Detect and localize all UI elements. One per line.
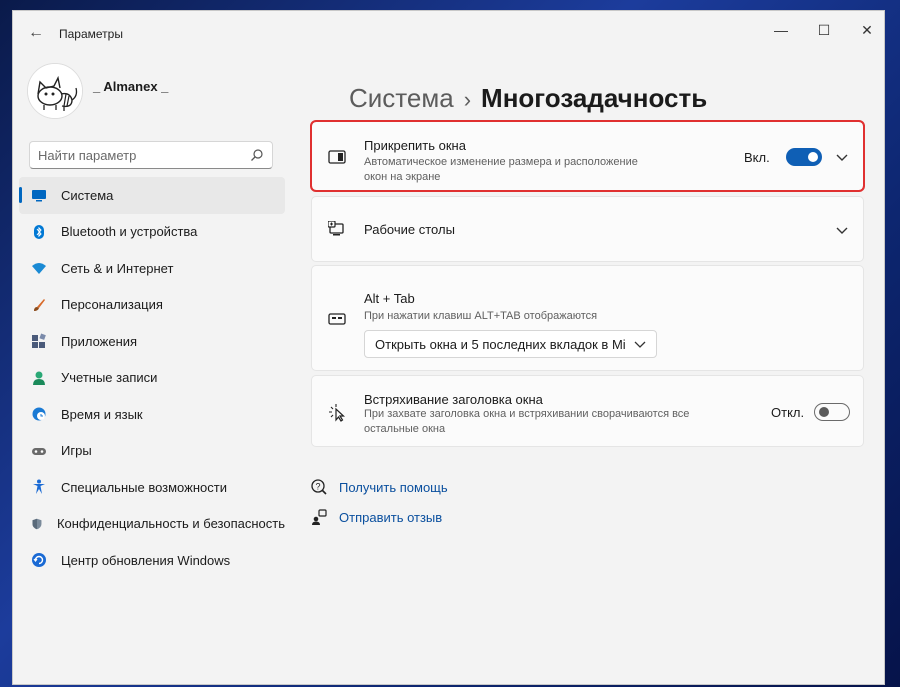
close-button[interactable]: ✕ [851,17,883,43]
sidebar-item-label: Игры [61,443,92,459]
sidebar-nav: Система Bluetooth и устройства Сеть & и … [13,177,285,579]
send-feedback-link[interactable]: Отправить отзыв [311,509,442,525]
shake-description: При захвате заголовка окна и встряхивани… [364,408,690,435]
snap-layout-icon [328,150,346,164]
breadcrumb-separator: › [463,87,472,112]
brush-icon [34,298,45,311]
toggle-knob [808,152,818,162]
alt-tab-description: При нажатии клавиш ALT+TAB отображаются [364,310,598,322]
get-help-label[interactable]: Получить помощь [339,480,448,495]
bluetooth-icon [34,224,44,239]
alt-tab-dropdown[interactable]: Открыть окна и 5 последних вкладок в Mi [364,330,657,358]
sidebar-item-label: Конфиденциальность и безопасность [56,516,285,532]
sidebar-item-apps[interactable]: Приложения [19,323,285,360]
sidebar-item-windows-update[interactable]: Центр обновления Windows [19,542,285,579]
virtual-desktops-icon [328,221,344,236]
sidebar-item-label: Центр обновления Windows [61,552,231,568]
get-help-link[interactable]: ? Получить помощь [311,479,448,495]
sidebar-item-accessibility[interactable]: Специальные возможности [19,469,285,506]
shield-icon [32,518,42,529]
update-icon [32,553,46,568]
sidebar-item-bluetooth[interactable]: Bluetooth и устройства [19,214,285,251]
search-input[interactable] [38,142,238,168]
help-icon: ? [311,479,327,495]
sidebar-item-accounts[interactable]: Учетные записи [19,360,285,397]
accessibility-icon [33,479,45,495]
sidebar-item-label: Приложения [61,333,138,349]
monitor-icon [32,190,46,202]
snap-windows-card[interactable]: Прикрепить окна Автоматическое изменение… [310,120,865,192]
alt-tab-card: Alt + Tab При нажатии клавиш ALT+TAB ото… [311,265,864,371]
snap-toggle-label: Вкл. [744,150,770,165]
shake-toggle[interactable] [814,403,850,421]
shake-title: Встряхивание заголовка окна [364,392,543,407]
person-icon [33,371,45,385]
avatar[interactable] [27,63,83,119]
breadcrumb-parent[interactable]: Система [349,83,454,113]
maximize-button[interactable]: ☐ [808,17,840,43]
globe-clock-icon [32,407,46,421]
sidebar-item-label: Сеть & и Интернет [61,260,174,276]
page-title: Многозадачность [481,83,708,113]
send-feedback-label[interactable]: Отправить отзыв [339,510,442,525]
sidebar-item-label: Время и язык [61,406,143,422]
chevron-down-icon[interactable] [835,223,849,237]
keyboard-icon [328,313,346,325]
back-button[interactable]: ← [25,23,47,43]
snap-toggle[interactable] [786,148,822,166]
settings-window: ← Параметры — ☐ ✕ _ Almanex _ Найти пара… [12,10,885,685]
sidebar-item-label: Учетные записи [61,370,158,386]
chevron-down-icon[interactable] [835,150,849,164]
sidebar-item-time-language[interactable]: Время и язык [19,396,285,433]
snap-windows-title: Прикрепить окна [364,138,466,153]
sidebar-item-network[interactable]: Сеть & и Интернет [19,250,285,287]
minimize-button[interactable]: — [765,17,797,43]
title-bar-shake-card: Встряхивание заголовка окна При захвате … [311,375,864,447]
sidebar-item-label: Bluetooth и устройства [61,224,198,240]
sidebar-item-gaming[interactable]: Игры [19,433,285,470]
gamepad-icon [32,447,46,455]
search-icon[interactable] [250,148,264,162]
sidebar-item-label: Система [61,187,114,203]
dropdown-value: Открыть окна и 5 последних вкладок в Mi [375,337,625,352]
toggle-knob [819,407,829,417]
desktops-title: Рабочие столы [364,222,455,237]
snap-windows-description: Автоматическое изменение размера и распо… [364,156,638,183]
wifi-icon [32,263,46,275]
search-box[interactable] [29,141,273,169]
cat-avatar-icon [28,64,82,118]
alt-tab-title: Alt + Tab [364,291,415,306]
sidebar-item-privacy[interactable]: Конфиденциальность и безопасность [19,506,285,543]
title-bar: ← Параметры — ☐ ✕ [13,11,884,55]
sidebar-item-personalization[interactable]: Персонализация [19,287,285,324]
feedback-icon [312,509,327,525]
chevron-down-icon [634,341,646,348]
app-title: Параметры [59,27,123,41]
shake-toggle-label: Откл. [771,405,805,420]
sidebar-item-system[interactable]: Система [19,177,285,214]
sidebar-item-label: Специальные возможности [61,479,227,495]
shake-cursor-icon [329,404,346,422]
user-name: _ Almanex _ [93,79,169,94]
desktops-card[interactable]: Рабочие столы [311,196,864,262]
svg-text:?: ? [315,482,320,492]
apps-icon [32,333,46,349]
sidebar-item-label: Персонализация [61,297,163,313]
breadcrumb: Система › Многозадачность [349,83,707,114]
